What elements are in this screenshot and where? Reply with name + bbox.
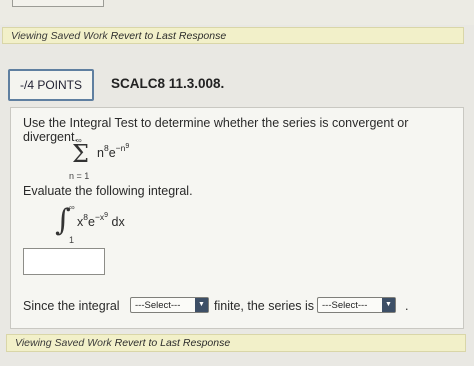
- previous-answer-box: [12, 0, 104, 7]
- term-base-e: e: [108, 146, 116, 160]
- term-base-n: n: [97, 146, 104, 160]
- integral-lower-limit: 1: [69, 235, 75, 245]
- integral-status-select[interactable]: ---Select--- ▼: [130, 297, 209, 313]
- since-suffix: .: [405, 299, 409, 313]
- integral-upper-limit: ∞: [69, 203, 75, 212]
- saved-work-bar-bottom: Viewing Saved Work Revert to Last Respon…: [6, 334, 466, 352]
- since-prefix: Since the integral: [23, 299, 120, 313]
- points-badge: -/4 POINTS: [8, 69, 94, 101]
- series-expression: ∞ Σ n = 1 n8e−n9: [69, 136, 179, 186]
- term-exp-8: 8: [103, 143, 109, 153]
- saved-work-label: Viewing Saved Work: [15, 337, 112, 349]
- term-exp-neg-n: −n9: [115, 143, 130, 153]
- series-lower-limit: n = 1: [69, 171, 90, 181]
- chevron-down-icon: ▼: [195, 298, 208, 312]
- chevron-down-icon: ▼: [382, 298, 395, 312]
- question-header: -/4 POINTS SCALC8 11.3.008.: [0, 63, 474, 103]
- question-panel: Use the Integral Test to determine wheth…: [10, 107, 464, 329]
- saved-work-label: Viewing Saved Work: [11, 30, 108, 42]
- saved-work-bar-top: Viewing Saved Work Revert to Last Respon…: [2, 27, 464, 44]
- integrand: x8e−x9 dx: [77, 212, 125, 229]
- sigma-symbol: Σ: [72, 140, 89, 168]
- integral-expression: ∫ ∞ 1 x8e−x9 dx: [55, 203, 195, 248]
- revert-link[interactable]: Revert to Last Response: [111, 30, 227, 42]
- since-middle: finite, the series is: [214, 299, 315, 313]
- revert-link[interactable]: Revert to Last Response: [115, 337, 231, 349]
- series-term: n8e−n9: [97, 143, 130, 160]
- evaluate-prompt: Evaluate the following integral.: [23, 184, 193, 198]
- previous-question-strip: [0, 0, 474, 25]
- integral-answer-input[interactable]: [23, 248, 105, 275]
- question-id: SCALC8 11.3.008.: [111, 76, 225, 91]
- series-status-select[interactable]: ---Select--- ▼: [317, 297, 396, 313]
